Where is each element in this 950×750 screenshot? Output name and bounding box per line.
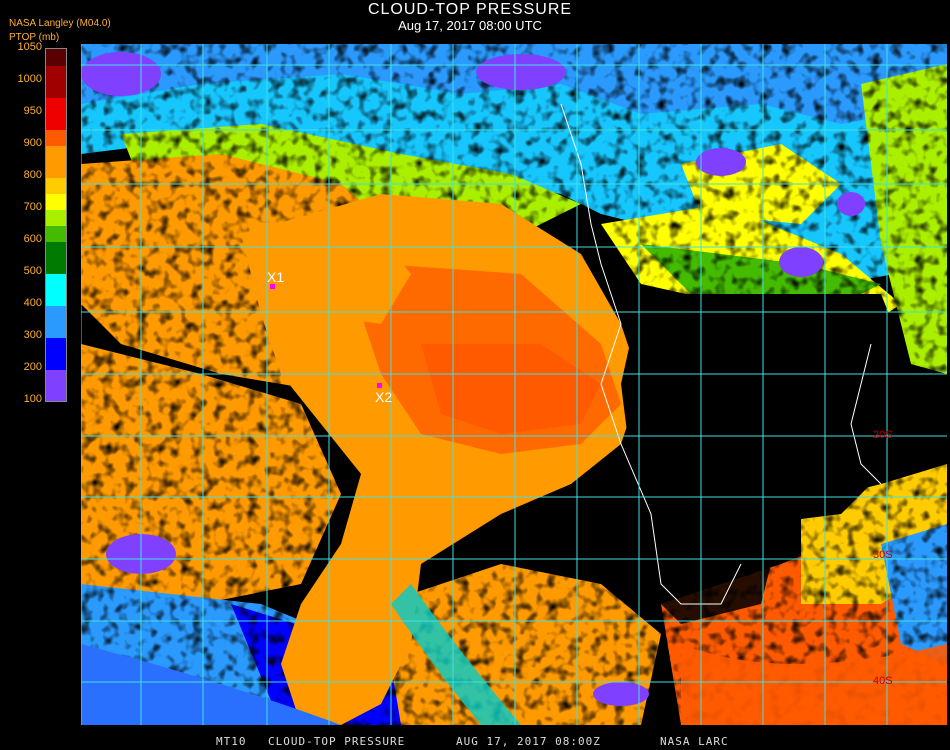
legend-swatch-9	[46, 226, 66, 242]
footer-product: CLOUD-TOP PRESSURE	[268, 735, 406, 748]
marker-x1-label: X1	[267, 269, 284, 285]
legend-swatch-7	[46, 194, 66, 210]
footer-sat: MT10	[216, 735, 247, 748]
legend-tick-400: 400	[23, 297, 42, 309]
page-subtitle: Aug 17, 2017 08:00 UTC	[398, 18, 542, 33]
legend-swatch-15	[46, 370, 66, 401]
legend-tick-300: 300	[23, 329, 42, 341]
legend-swatch-1	[46, 49, 66, 66]
legend-tick-900: 900	[23, 137, 42, 149]
clear-sky-region	[621, 294, 901, 524]
legend-tick-100: 100	[23, 393, 42, 405]
legend-tick-600: 600	[23, 233, 42, 245]
footer-date: AUG 17, 2017 08:00Z	[456, 735, 601, 748]
legend-swatch-12	[46, 274, 66, 306]
legend-swatch-10	[46, 242, 66, 274]
marker-x2	[377, 383, 382, 388]
legend-swatch-13	[46, 306, 66, 338]
cloud-top-pressure-map: 20S 30S 40S X1 X2	[81, 44, 947, 725]
status-footer: MT10 CLOUD-TOP PRESSURE AUG 17, 2017 08:…	[0, 735, 950, 750]
legend-tick-800: 800	[23, 169, 42, 181]
legend-tick-500: 500	[23, 265, 42, 277]
lat-label-20s: 20S	[873, 429, 893, 441]
marker-x2-label: X2	[375, 389, 392, 405]
agency-label: NASA Langley (M04.0)	[9, 18, 111, 29]
legend-tick-950: 950	[23, 105, 42, 117]
legend-swatch-2	[46, 66, 66, 98]
lat-label-40s: 40S	[873, 675, 893, 687]
legend-swatch-14	[46, 338, 66, 370]
legend-tick-700: 700	[23, 201, 42, 213]
footer-org: NASA LARC	[660, 735, 729, 748]
legend-swatch-4	[46, 130, 66, 146]
lat-label-30s: 30S	[873, 549, 893, 561]
legend-tick-1000: 1000	[17, 73, 42, 85]
color-legend	[45, 48, 67, 402]
legend-swatch-5	[46, 146, 66, 178]
legend-swatch-3	[46, 98, 66, 130]
page-title: CLOUD-TOP PRESSURE	[367, 1, 573, 18]
legend-tick-1050: 1050	[17, 41, 42, 53]
legend-tick-200: 200	[23, 361, 42, 373]
